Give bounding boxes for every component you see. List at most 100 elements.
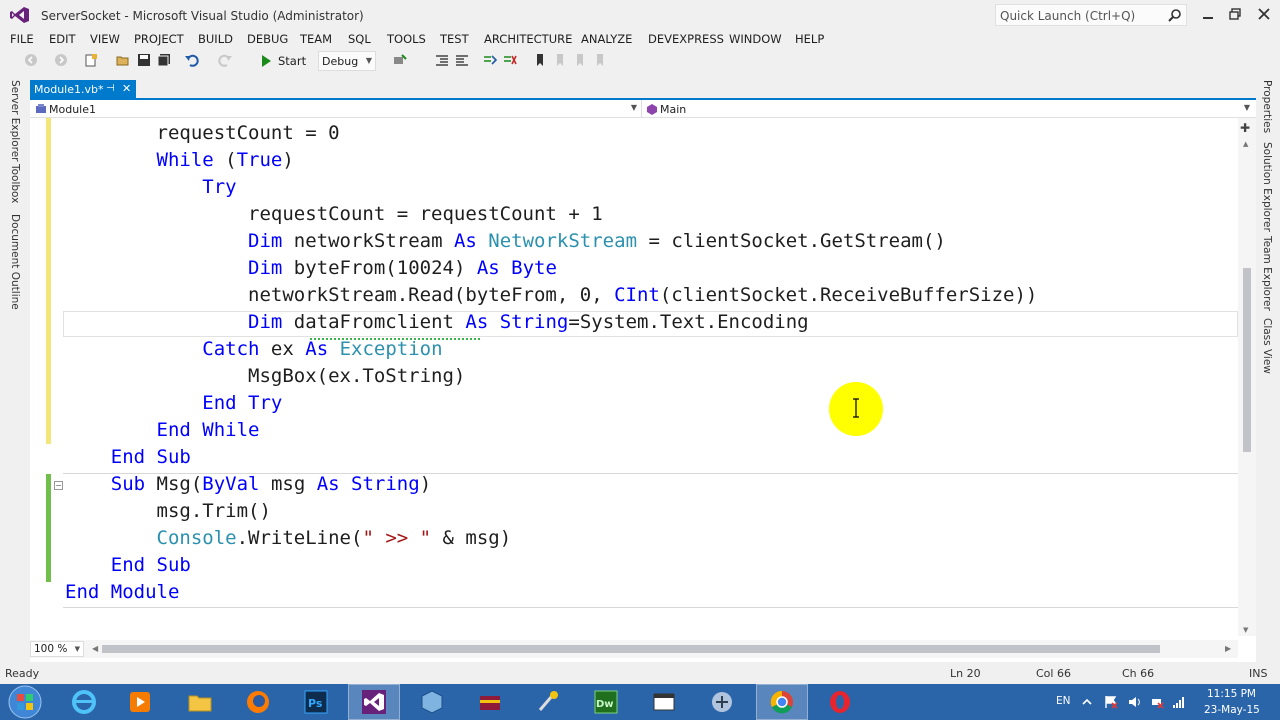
uncomment-icon[interactable] [503,53,517,67]
navigate-forward-icon[interactable] [54,53,68,67]
code-line[interactable]: networkStream.Read(byteFrom, 0, CInt(cli… [65,282,1037,309]
properties-tab[interactable]: Properties [1261,80,1273,133]
search-icon[interactable] [1168,8,1182,22]
previous-bookmark-icon[interactable] [553,53,567,67]
menu-architecture[interactable]: ARCHITECTURE [484,32,572,46]
volume-icon[interactable] [1128,695,1142,709]
file-explorer-icon[interactable] [186,688,214,716]
member-dropdown-value[interactable]: Main [660,103,686,116]
clock-date[interactable]: 23-May-15 [1204,704,1260,716]
code-line[interactable]: Dim dataFromclient As String=System.Text… [65,309,809,336]
code-line[interactable]: Dim byteFrom(10024) As Byte [65,255,557,282]
solution-explorer-tab[interactable]: Solution Explorer [1261,142,1273,232]
start-label[interactable]: Start [278,54,306,68]
internet-explorer-icon[interactable] [70,688,98,716]
tools-icon[interactable] [534,688,562,716]
menu-debug[interactable]: DEBUG [247,32,288,46]
undo-icon[interactable] [185,53,199,67]
code-line[interactable]: While (True) [65,147,294,174]
vertical-scroll-thumb[interactable] [1243,268,1251,452]
window-app-icon[interactable] [650,688,678,716]
menu-view[interactable]: VIEW [90,32,120,46]
scroll-down-icon[interactable]: ▼ [1243,626,1248,634]
code-line[interactable]: Try [65,174,236,201]
dreamweaver-icon[interactable]: Dw [592,688,620,716]
clear-bookmarks-icon[interactable] [593,53,607,67]
code-line[interactable]: MsgBox(ex.ToString) [65,363,465,390]
menu-project[interactable]: PROJECT [134,32,184,46]
server-explorer-tab[interactable]: Server Explorer [9,80,21,162]
attach-process-icon[interactable] [393,53,407,67]
close-tab-icon[interactable]: ✕ [122,82,131,95]
menu-build[interactable]: BUILD [198,32,233,46]
show-hidden-icons-icon[interactable] [1080,695,1094,709]
scroll-right-icon[interactable]: ▶ [1225,644,1231,653]
visual-studio-icon[interactable] [360,688,388,716]
zoom-select[interactable]: 100 % ▼ [30,641,84,657]
winrar-icon[interactable] [476,688,504,716]
code-line[interactable]: Catch ex As Exception [65,336,442,363]
new-project-icon[interactable] [84,53,98,67]
horizontal-scroll-thumb[interactable] [102,645,1160,653]
code-line[interactable]: End Sub [65,552,191,579]
solution-configuration-select[interactable]: Debug ▼ [318,51,376,71]
open-file-icon[interactable] [116,53,130,67]
scroll-up-icon[interactable]: ▲ [1243,140,1248,148]
outline-collapse-toggle[interactable]: − [54,481,63,490]
class-view-tab[interactable]: Class View [1261,318,1273,374]
code-line[interactable]: Dim networkStream As NetworkStream = cli… [65,228,946,255]
outdent-icon[interactable] [455,53,469,67]
quick-launch-input[interactable]: Quick Launch (Ctrl+Q) [995,4,1187,26]
comment-icon[interactable] [483,53,497,67]
navigate-back-icon[interactable] [24,53,38,67]
start-debugging-button[interactable] [258,51,271,71]
code-line[interactable]: Sub Msg(ByVal msg As String) [65,471,431,498]
code-line[interactable]: msg.Trim() [65,498,271,525]
save-all-icon[interactable] [157,53,171,67]
code-line[interactable]: End Try [65,390,282,417]
code-line[interactable]: End Module [65,579,179,606]
code-line[interactable]: Console.WriteLine(" >> " & msg) [65,525,512,552]
clock-time[interactable]: 11:15 PM [1207,688,1256,700]
power-icon[interactable] [1150,695,1164,709]
close-window-button[interactable] [1256,6,1272,22]
chevron-down-icon[interactable]: ▼ [1244,103,1250,112]
minimize-button[interactable] [1200,6,1216,22]
bookmark-icon[interactable] [533,53,547,67]
flag-icon[interactable] [1104,695,1118,709]
menu-analyze[interactable]: ANALYZE [581,32,632,46]
network-icon[interactable] [708,688,736,716]
virtualbox-icon[interactable] [418,688,446,716]
opera-icon[interactable] [826,688,854,716]
code-line[interactable]: requestCount = 0 [65,120,340,147]
type-dropdown[interactable]: Module1 ▼ [30,100,642,118]
code-line[interactable]: End Sub [65,444,191,471]
vertical-scrollbar[interactable]: ✚ ▲ ▼ [1238,118,1256,636]
indent-icon[interactable] [435,53,449,67]
menu-devexpress[interactable]: DEVEXPRESS [648,32,724,46]
menu-help[interactable]: HELP [795,32,824,46]
menu-test[interactable]: TEST [440,32,469,46]
media-player-icon[interactable] [126,688,154,716]
code-line[interactable]: requestCount = requestCount + 1 [65,201,603,228]
menu-edit[interactable]: EDIT [49,32,76,46]
save-icon[interactable] [137,53,151,67]
menu-sql[interactable]: SQL [348,32,371,46]
menu-tools[interactable]: TOOLS [387,32,426,46]
input-language[interactable]: EN [1056,695,1071,707]
document-outline-tab[interactable]: Document Outline [9,214,21,310]
restore-button[interactable] [1227,6,1243,22]
document-tab-module1[interactable]: Module1.vb* ⊣ ✕ [30,80,136,100]
network-signal-icon[interactable] [1172,695,1186,709]
team-explorer-tab[interactable]: Team Explorer [1261,236,1273,311]
windows-start-icon[interactable] [8,685,42,719]
menu-team[interactable]: TEAM [300,32,332,46]
split-editor-icon[interactable]: ✚ [1240,121,1250,135]
scroll-left-icon[interactable]: ◀ [92,644,98,653]
next-bookmark-icon[interactable] [573,53,587,67]
firefox-icon[interactable] [244,688,272,716]
photoshop-icon[interactable]: Ps [302,688,330,716]
code-editor[interactable]: − requestCount = 0 While (True) Try requ… [30,118,1238,636]
menu-file[interactable]: FILE [10,32,34,46]
toolbox-tab[interactable]: Toolbox [9,164,21,203]
